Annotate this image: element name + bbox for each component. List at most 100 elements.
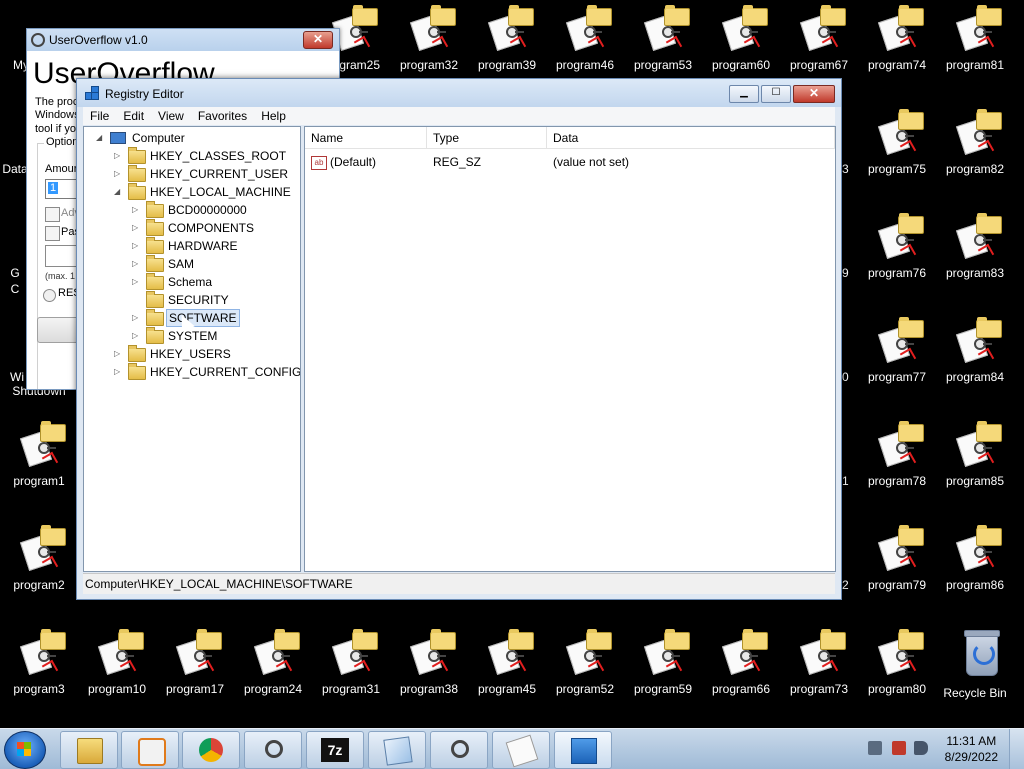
reset-radio[interactable] bbox=[43, 289, 56, 302]
clock-date: 8/29/2022 bbox=[944, 750, 998, 764]
column-header-name[interactable]: Name bbox=[305, 127, 427, 149]
minimize-button[interactable]: ▁ bbox=[729, 85, 759, 103]
taskbar-media-player[interactable] bbox=[121, 731, 179, 769]
expand-arrow-icon[interactable]: ▷ bbox=[114, 363, 124, 381]
expand-arrow-icon[interactable]: ▷ bbox=[114, 147, 124, 165]
column-header-data[interactable]: Data bbox=[547, 127, 835, 149]
expand-arrow-icon[interactable]: ▷ bbox=[132, 273, 142, 291]
taskbar-useroverflow[interactable] bbox=[492, 731, 550, 769]
desktop-icon-program[interactable]: program76 bbox=[858, 210, 936, 310]
taskbar-keys-app-2[interactable] bbox=[430, 731, 488, 769]
folder-icon bbox=[146, 273, 164, 290]
desktop-icon-program[interactable]: program52 bbox=[546, 626, 624, 726]
expand-arrow-icon[interactable]: ▷ bbox=[114, 345, 124, 363]
desktop-icon-recycle-bin[interactable]: Recycle Bin bbox=[936, 630, 1014, 730]
menu-file[interactable]: File bbox=[83, 109, 116, 123]
desktop-icon-label: program1 bbox=[13, 474, 65, 488]
collapse-arrow-icon[interactable]: ◢ bbox=[114, 183, 124, 201]
show-desktop-button[interactable] bbox=[1009, 729, 1024, 769]
desktop-icon-program[interactable]: program77 bbox=[858, 314, 936, 414]
desktop-icon-program[interactable]: program73 bbox=[780, 626, 858, 726]
taskbar-regedit[interactable] bbox=[554, 731, 612, 769]
desktop-icon-program[interactable]: program79 bbox=[858, 522, 936, 622]
desktop-icon-program[interactable]: program31 bbox=[312, 626, 390, 726]
collapse-arrow-icon[interactable]: ◢ bbox=[96, 129, 106, 147]
program-shortcut-icon bbox=[877, 109, 924, 158]
desktop-icon-label: program52 bbox=[555, 682, 615, 696]
taskbar-notepad[interactable] bbox=[368, 731, 426, 769]
expand-arrow-icon[interactable]: ▷ bbox=[132, 219, 142, 237]
expand-arrow-icon[interactable]: ▷ bbox=[132, 201, 142, 219]
program-shortcut-icon bbox=[955, 317, 1002, 366]
desktop-icon-program[interactable]: program17 bbox=[156, 626, 234, 726]
desktop-icon-program[interactable]: program2 bbox=[0, 522, 78, 622]
useroverflow-titlebar[interactable]: UserOverflow v1.0 ✕ bbox=[27, 29, 339, 51]
value-row-name[interactable]: ab (Default) bbox=[311, 153, 376, 171]
desktop-icon-label: program81 bbox=[945, 58, 1005, 72]
desktop-icon-program[interactable]: program1 bbox=[0, 418, 78, 518]
expand-arrow-icon[interactable]: ▷ bbox=[132, 237, 142, 255]
column-header-type[interactable]: Type bbox=[427, 127, 547, 149]
desktop-icon-program[interactable]: program3 bbox=[0, 626, 78, 726]
tree-node-label: Computer bbox=[132, 131, 185, 145]
password-checkbox[interactable] bbox=[45, 226, 60, 241]
volume-icon[interactable] bbox=[914, 741, 928, 755]
desktop-icon-program[interactable]: program24 bbox=[234, 626, 312, 726]
desktop-icon-program[interactable]: program83 bbox=[936, 210, 1014, 310]
expand-arrow-icon[interactable]: ▷ bbox=[132, 255, 142, 273]
desktop-icon-program[interactable]: program86 bbox=[936, 522, 1014, 622]
chrome-icon bbox=[199, 738, 223, 762]
close-button[interactable]: ✕ bbox=[793, 85, 835, 103]
desktop-icon-label: program38 bbox=[399, 682, 459, 696]
expand-arrow-icon[interactable]: ▷ bbox=[132, 327, 142, 345]
description-line: Windows bbox=[35, 109, 80, 121]
clock[interactable]: 11:31 AM 8/29/2022 bbox=[945, 733, 998, 765]
expand-arrow-icon[interactable]: ▷ bbox=[132, 309, 142, 327]
desktop-icon-program[interactable]: program38 bbox=[390, 626, 468, 726]
desktop-icon-program[interactable]: program45 bbox=[468, 626, 546, 726]
max-note: (max. 1 bbox=[45, 271, 76, 281]
desktop-icon-program[interactable]: program75 bbox=[858, 106, 936, 206]
advanced-checkbox[interactable] bbox=[45, 207, 60, 222]
expand-arrow-icon[interactable]: ▷ bbox=[114, 165, 124, 183]
menu-help[interactable]: Help bbox=[254, 109, 293, 123]
desktop-icon-program[interactable]: program85 bbox=[936, 418, 1014, 518]
desktop-icon-label: program73 bbox=[789, 682, 849, 696]
folder-icon bbox=[146, 201, 164, 218]
desktop-icon-program[interactable]: program82 bbox=[936, 106, 1014, 206]
clock-time: 11:31 AM bbox=[946, 734, 997, 748]
desktop-icon-label: program32 bbox=[399, 58, 459, 72]
tree-node-label: HARDWARE bbox=[168, 239, 238, 253]
taskbar-keys-app[interactable] bbox=[244, 731, 302, 769]
action-center-icon[interactable] bbox=[892, 741, 906, 755]
menu-edit[interactable]: Edit bbox=[116, 109, 151, 123]
network-icon[interactable] bbox=[868, 741, 882, 755]
close-button[interactable]: ✕ bbox=[303, 31, 333, 49]
desktop-icon-program[interactable]: program66 bbox=[702, 626, 780, 726]
taskbar-explorer[interactable] bbox=[60, 731, 118, 769]
desktop-icon-program[interactable]: program10 bbox=[78, 626, 156, 726]
menu-favorites[interactable]: Favorites bbox=[191, 109, 254, 123]
registry-values-list[interactable]: Name Type Data ab (Default) REG_SZ (value… bbox=[304, 126, 836, 572]
value-name: (Default) bbox=[330, 155, 377, 169]
taskbar-chrome[interactable] bbox=[182, 731, 240, 769]
desktop-icon-program[interactable]: program74 bbox=[858, 2, 936, 102]
regedit-icon bbox=[85, 86, 99, 100]
desktop-icon-label: program2 bbox=[13, 578, 65, 592]
registry-tree[interactable]: ◢ Computer ▷ HKEY_CLASSES_ROOT ▷ HKEY_CU… bbox=[83, 126, 301, 572]
folder-icon bbox=[128, 363, 146, 380]
desktop-icon-program[interactable]: program78 bbox=[858, 418, 936, 518]
taskbar-7zip[interactable]: 7z bbox=[306, 731, 364, 769]
desktop-icon-label-partial: 3 bbox=[842, 162, 849, 176]
menu-view[interactable]: View bbox=[151, 109, 191, 123]
desktop-icon-program[interactable]: program59 bbox=[624, 626, 702, 726]
desktop-icon-label: program10 bbox=[87, 682, 147, 696]
desktop-icon-program[interactable]: program84 bbox=[936, 314, 1014, 414]
registry-titlebar[interactable]: Registry Editor ▁ ☐ ✕ bbox=[77, 79, 841, 107]
taskbar: 7z 11:31 AM 8/29/2022 bbox=[0, 728, 1024, 769]
desktop-icon-program[interactable]: program80 bbox=[858, 626, 936, 726]
desktop-icon-program[interactable]: program81 bbox=[936, 2, 1014, 102]
maximize-button[interactable]: ☐ bbox=[761, 85, 791, 103]
options-group-label: Option bbox=[44, 136, 81, 148]
start-button[interactable] bbox=[4, 731, 46, 769]
